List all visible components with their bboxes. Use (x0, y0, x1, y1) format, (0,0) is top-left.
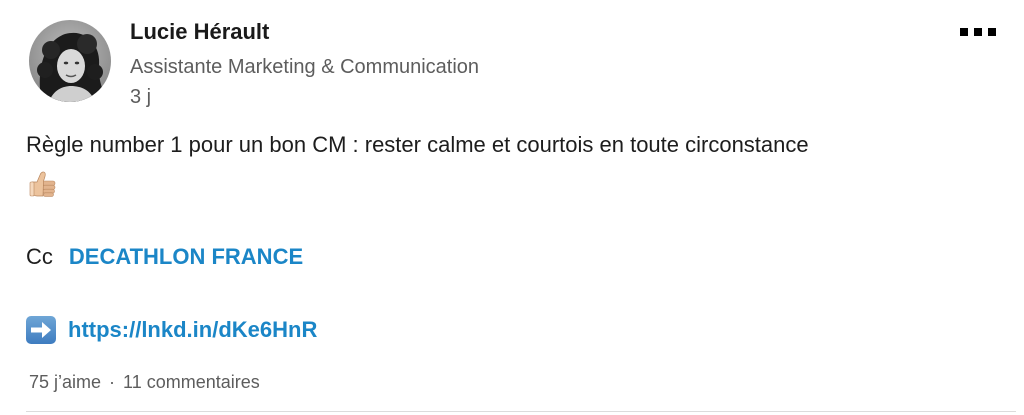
author-headline: Assistante Marketing & Communication (130, 56, 480, 78)
post-text: Règle number 1 pour un bon CM : rester c… (26, 132, 809, 157)
more-options-icon[interactable] (954, 20, 1000, 44)
cc-label: Cc (26, 244, 53, 269)
more-dot (960, 28, 968, 36)
cc-line: Cc DECATHLON FRANCE (26, 242, 303, 272)
divider (26, 411, 1016, 412)
right-arrow-icon (26, 316, 56, 344)
avatar-photo (29, 20, 111, 102)
post-timestamp: 3 j (130, 86, 152, 108)
author-name[interactable]: Lucie Hérault (130, 17, 269, 47)
social-counts: 75 j’aime · 11 commentaires (29, 369, 260, 395)
avatar[interactable] (29, 20, 111, 102)
separator-dot: · (109, 372, 116, 392)
more-dot (988, 28, 996, 36)
post-url-link[interactable]: https://lnkd.in/dKe6HnR (68, 315, 317, 345)
likes-count[interactable]: 75 j’aime (29, 372, 101, 392)
thumbs-up-icon (29, 168, 59, 198)
mention-link-decathlon[interactable]: DECATHLON FRANCE (69, 244, 303, 269)
more-dot (974, 28, 982, 36)
linkedin-post: Lucie Hérault Assistante Marketing & Com… (0, 0, 1024, 415)
comments-count[interactable]: 11 commentaires (123, 372, 260, 392)
